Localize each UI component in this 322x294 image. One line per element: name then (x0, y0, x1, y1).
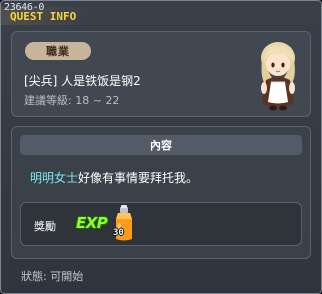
content-header: 內容 (20, 135, 302, 155)
quest-summary-panel: 職業 [尖兵] 人是铁饭是钢2 建議等級: 18 ~ 22 (11, 31, 311, 117)
quest-description: 明明女士好像有事情要拜托我。 (30, 169, 198, 186)
quest-name: [尖兵] 人是铁饭是钢2 (24, 74, 141, 88)
job-badge: 職業 (25, 42, 91, 60)
npc-portrait-icon (261, 42, 295, 111)
quest-content-panel: 內容 明明女士好像有事情要拜托我。 獎勵 EXP 30 (11, 126, 311, 259)
window-title: QUEST INFO (10, 10, 77, 23)
reward-box: 獎勵 EXP 30 (20, 202, 302, 246)
description-text: 好像有事情要拜托我。 (78, 171, 199, 185)
recommended-level: 建議等級: 18 ~ 22 (24, 94, 120, 107)
quest-status: 狀態: 可開始 (21, 270, 84, 283)
npc-name-link[interactable]: 明明女士 (30, 171, 78, 185)
reward-label: 獎勵 (34, 220, 56, 233)
exp-icon: EXP (76, 214, 108, 232)
item-quantity: 30 (113, 228, 124, 238)
quest-info-window: 23646-0 QUEST INFO 職業 [尖兵] 人是铁饭是钢2 建議等級:… (0, 0, 322, 294)
